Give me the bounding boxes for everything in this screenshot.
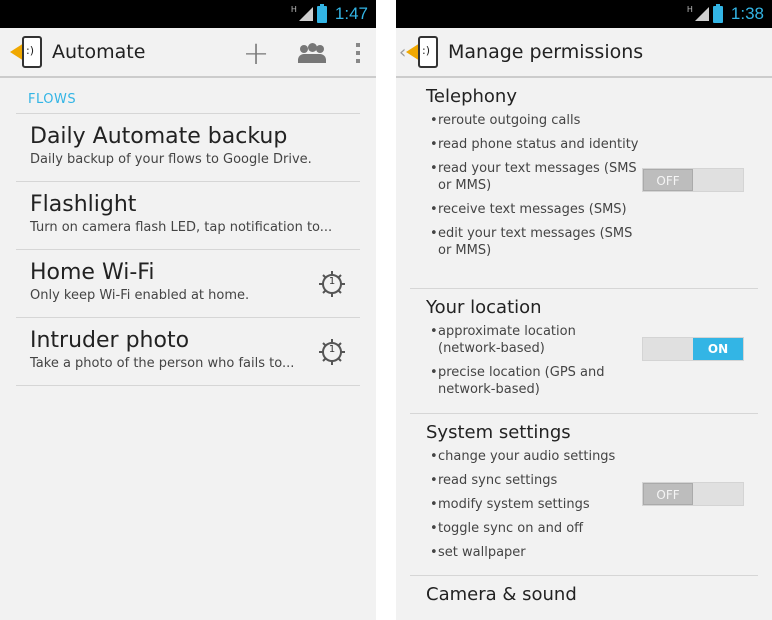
running-count: 1 <box>328 344 336 355</box>
flow-description: Turn on camera flash LED, tap notificati… <box>30 220 333 235</box>
flow-item-home-wifi[interactable]: Home Wi-Fi Only keep Wi-Fi enabled at ho… <box>16 250 360 318</box>
permission-item: modify system settings <box>430 496 640 513</box>
gear-icon: 1 <box>318 338 346 366</box>
permission-item: read sync settings <box>430 472 640 489</box>
flow-description: Only keep Wi-Fi enabled at home. <box>30 288 250 303</box>
flow-item-flashlight[interactable]: Flashlight Turn on camera flash LED, tap… <box>16 182 360 250</box>
permission-item: change your audio settings <box>430 448 640 465</box>
permission-group-title: Your location <box>426 297 542 318</box>
permission-group-title: Camera & sound <box>426 584 577 605</box>
permission-item: read phone status and identity <box>430 136 640 153</box>
permission-group-telephony: Telephony reroute outgoing calls read ph… <box>410 78 758 289</box>
toggle-state: OFF <box>643 483 693 505</box>
overflow-menu-icon <box>356 43 360 63</box>
permission-item: precise location (GPS and network-based) <box>430 364 640 398</box>
permission-group-title: System settings <box>426 422 571 443</box>
action-bar: ‹ :) Manage permissions <box>396 28 772 78</box>
automate-app-icon[interactable]: :) <box>10 34 46 70</box>
permission-item: reroute outgoing calls <box>430 112 640 129</box>
permission-group-system-settings: System settings change your audio settin… <box>410 414 758 576</box>
running-count: 1 <box>328 276 336 287</box>
signal-icon: H <box>291 5 313 23</box>
manage-permissions-screen: H 1:38 ‹ :) Manage permissions Telephony… <box>396 0 772 620</box>
permission-group-camera-sound: Camera & sound <box>410 576 758 620</box>
action-bar-actions: + <box>228 28 376 78</box>
flow-title: Daily Automate backup <box>30 124 288 149</box>
status-icons: H 1:38 <box>687 3 764 25</box>
permission-item: receive text messages (SMS) <box>430 201 640 218</box>
app-title: Automate <box>52 41 146 63</box>
toggle-state: ON <box>693 338 743 360</box>
location-toggle[interactable]: ON <box>642 337 744 361</box>
gear-icon: 1 <box>318 270 346 298</box>
permission-item: set wallpaper <box>430 544 640 561</box>
system-settings-toggle[interactable]: OFF <box>642 482 744 506</box>
status-time: 1:47 <box>334 4 368 23</box>
overflow-menu-button[interactable] <box>340 28 376 78</box>
permission-item: toggle sync on and off <box>430 520 640 537</box>
permission-group-location: Your location approximate location (netw… <box>410 289 758 414</box>
automate-flows-screen: H 1:47 :) Automate + FLOWS Daily Automat… <box>0 0 376 620</box>
flows-section-header: FLOWS <box>16 78 360 114</box>
community-button[interactable] <box>284 28 340 78</box>
permission-item: read your text messages (SMS or MMS) <box>430 160 640 194</box>
people-icon <box>298 43 326 63</box>
flow-description: Daily backup of your flows to Google Dri… <box>30 152 312 167</box>
permission-item: edit your text messages (SMS or MMS) <box>430 225 640 259</box>
status-bar: H 1:38 <box>396 0 772 28</box>
flow-item-daily-backup[interactable]: Daily Automate backup Daily backup of yo… <box>16 114 360 182</box>
plus-icon: + <box>242 34 270 72</box>
battery-icon <box>712 3 723 23</box>
page-title: Manage permissions <box>448 41 644 63</box>
status-time: 1:38 <box>730 4 764 23</box>
battery-icon <box>316 3 327 23</box>
add-flow-button[interactable]: + <box>228 28 284 78</box>
telephony-toggle[interactable]: OFF <box>642 168 744 192</box>
signal-icon: H <box>687 5 709 23</box>
status-icons: H 1:47 <box>291 3 368 25</box>
permission-group-title: Telephony <box>426 86 517 107</box>
flow-item-intruder-photo[interactable]: Intruder photo Take a photo of the perso… <box>16 318 360 386</box>
flow-title: Intruder photo <box>30 328 190 353</box>
status-bar: H 1:47 <box>0 0 376 28</box>
automate-app-icon[interactable]: :) <box>406 34 442 70</box>
flow-title: Home Wi-Fi <box>30 260 155 285</box>
flow-description: Take a photo of the person who fails to.… <box>30 356 295 371</box>
action-bar: :) Automate + <box>0 28 376 78</box>
permission-item: approximate location (network-based) <box>430 323 640 357</box>
toggle-state: OFF <box>643 169 693 191</box>
flow-title: Flashlight <box>30 192 137 217</box>
